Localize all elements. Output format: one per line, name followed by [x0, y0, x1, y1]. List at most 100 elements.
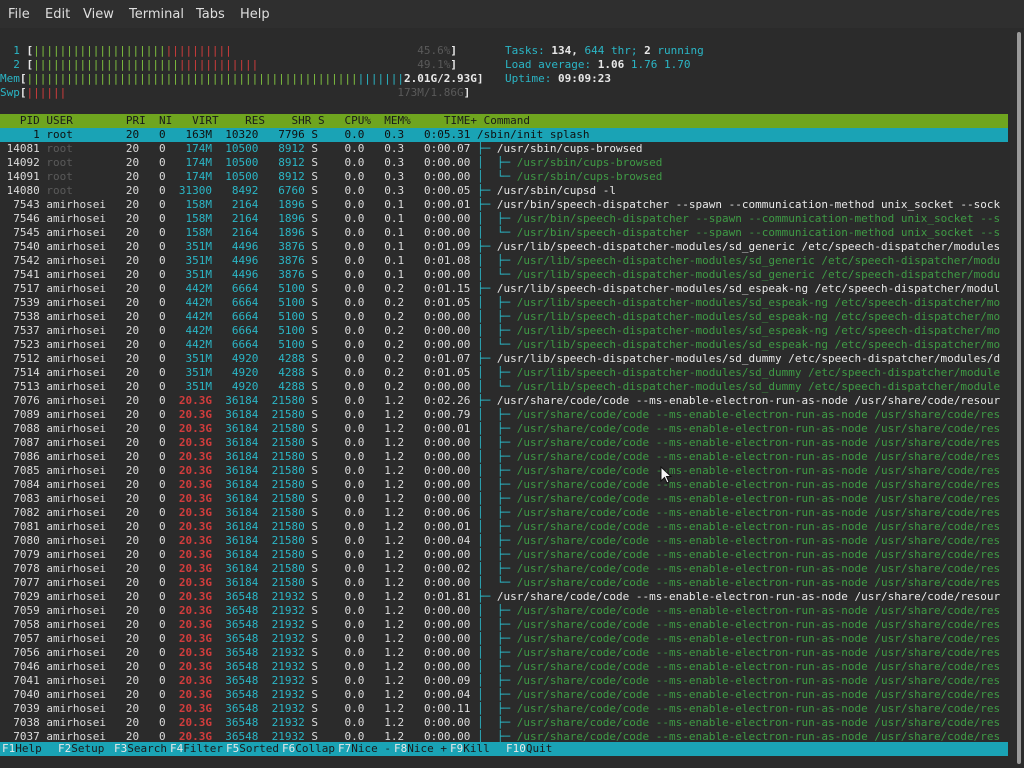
process-row[interactable]: 7545 amirhosei 20 0 158M 2164 1896 S 0.0…: [0, 226, 1008, 240]
process-row[interactable]: 7086 amirhosei 20 0 20.3G 36184 21580 S …: [0, 450, 1008, 464]
process-row[interactable]: 7039 amirhosei 20 0 20.3G 36548 21932 S …: [0, 702, 1008, 716]
fkey-f8[interactable]: F8Nice +: [394, 742, 447, 756]
meter-bar: ||||||||||||: [178, 58, 259, 71]
process-row[interactable]: 7541 amirhosei 20 0 351M 4496 3876 S 0.0…: [0, 268, 1008, 282]
process-res: 36184: [218, 478, 259, 491]
process-row[interactable]: 7088 amirhosei 20 0 20.3G 36184 21580 S …: [0, 422, 1008, 436]
col-gap: [404, 324, 411, 337]
fkey-f10[interactable]: F10Quit: [506, 742, 552, 756]
column-header-s[interactable]: S: [318, 114, 331, 127]
process-row[interactable]: 7040 amirhosei 20 0 20.3G 36548 21932 S …: [0, 688, 1008, 702]
process-row[interactable]: 7543 amirhosei 20 0 158M 2164 1896 S 0.0…: [0, 198, 1008, 212]
column-header-shr[interactable]: SHR: [272, 114, 311, 127]
process-row[interactable]: 7059 amirhosei 20 0 20.3G 36548 21932 S …: [0, 604, 1008, 618]
process-ni: 0: [145, 688, 166, 701]
process-row[interactable]: 7078 amirhosei 20 0 20.3G 36184 21580 S …: [0, 562, 1008, 576]
process-row[interactable]: 7513 amirhosei 20 0 351M 4920 4288 S 0.0…: [0, 380, 1008, 394]
fkey-f1[interactable]: F1Help: [2, 742, 55, 756]
column-header-ni[interactable]: NI: [152, 114, 172, 127]
process-row[interactable]: 7082 amirhosei 20 0 20.3G 36184 21580 S …: [0, 506, 1008, 520]
process-row[interactable]: 7081 amirhosei 20 0 20.3G 36184 21580 S …: [0, 520, 1008, 534]
scrollbar-thumb[interactable]: [1017, 32, 1021, 764]
process-row[interactable]: 7079 amirhosei 20 0 20.3G 36184 21580 S …: [0, 548, 1008, 562]
menu-terminal[interactable]: Terminal: [129, 7, 184, 22]
process-user: amirhosei: [46, 240, 106, 253]
meter-bar: ||||||||||||||||||||: [33, 44, 166, 57]
fkey-f6[interactable]: F6Collap: [282, 742, 335, 756]
process-row[interactable]: 7540 amirhosei 20 0 351M 4496 3876 S 0.0…: [0, 240, 1008, 254]
fkey-f5[interactable]: F5Sorted: [226, 742, 279, 756]
process-row[interactable]: 7514 amirhosei 20 0 351M 4920 4288 S 0.0…: [0, 366, 1008, 380]
column-header-command[interactable]: Command: [484, 114, 530, 127]
process-shr: 21580: [264, 436, 305, 449]
process-row[interactable]: 7542 amirhosei 20 0 351M 4496 3876 S 0.0…: [0, 254, 1008, 268]
process-row[interactable]: 7085 amirhosei 20 0 20.3G 36184 21580 S …: [0, 464, 1008, 478]
process-row[interactable]: 7538 amirhosei 20 0 442M 6664 5100 S 0.0…: [0, 310, 1008, 324]
fkey-f4[interactable]: F4Filter: [170, 742, 223, 756]
terminal-area[interactable]: 1 [|||||||||||||||||||||||||||||| 45.6%]…: [0, 28, 1014, 768]
process-pid: 7059: [0, 604, 40, 617]
process-row[interactable]: 7546 amirhosei 20 0 158M 2164 1896 S 0.0…: [0, 212, 1008, 226]
process-row[interactable]: 7517 amirhosei 20 0 442M 6664 5100 S 0.0…: [0, 282, 1008, 296]
process-row[interactable]: 14091 root 20 0 174M 10500 8912 S 0.0 0.…: [0, 170, 1008, 184]
process-row[interactable]: 7089 amirhosei 20 0 20.3G 36184 21580 S …: [0, 408, 1008, 422]
menu-view[interactable]: View: [83, 7, 114, 22]
process-row[interactable]: 7537 amirhosei 20 0 442M 6664 5100 S 0.0…: [0, 324, 1008, 338]
fkey-f9[interactable]: F9Kill: [450, 742, 503, 756]
menu-tabs[interactable]: Tabs: [196, 7, 225, 22]
process-row[interactable]: 7056 amirhosei 20 0 20.3G 36548 21932 S …: [0, 646, 1008, 660]
col-gap: [139, 282, 146, 295]
menu-help[interactable]: Help: [240, 7, 270, 22]
process-row[interactable]: 7076 amirhosei 20 0 20.3G 36184 21580 S …: [0, 394, 1008, 408]
process-row[interactable]: 7029 amirhosei 20 0 20.3G 36548 21932 S …: [0, 590, 1008, 604]
process-shr: 4288: [264, 380, 305, 393]
process-pid: 7077: [0, 576, 40, 589]
process-row[interactable]: 7038 amirhosei 20 0 20.3G 36548 21932 S …: [0, 716, 1008, 730]
tree-branch: │ ├─: [476, 632, 517, 645]
process-row[interactable]: 7057 amirhosei 20 0 20.3G 36548 21932 S …: [0, 632, 1008, 646]
fkey-f7[interactable]: F7Nice -: [338, 742, 391, 756]
process-row[interactable]: 7080 amirhosei 20 0 20.3G 36184 21580 S …: [0, 534, 1008, 548]
fkey-key: F1: [2, 742, 16, 755]
process-virt: 442M: [172, 338, 212, 351]
column-header-virt[interactable]: VIRT: [179, 114, 219, 127]
fkey-f3[interactable]: F3Search: [114, 742, 167, 756]
menu-file[interactable]: File: [8, 7, 30, 22]
process-row[interactable]: 7046 amirhosei 20 0 20.3G 36548 21932 S …: [0, 660, 1008, 674]
process-row[interactable]: 7058 amirhosei 20 0 20.3G 36548 21932 S …: [0, 618, 1008, 632]
process-cpu: 0.0: [331, 296, 365, 309]
process-s: S: [311, 506, 325, 519]
process-row[interactable]: 7539 amirhosei 20 0 442M 6664 5100 S 0.0…: [0, 296, 1008, 310]
column-header-mem[interactable]: MEM%: [378, 114, 411, 127]
menu-edit[interactable]: Edit: [45, 7, 70, 22]
column-header-pid[interactable]: PID: [0, 114, 40, 127]
process-command: /usr/share/code/code --ms-enable-electro…: [516, 520, 1001, 533]
process-s: S: [311, 436, 325, 449]
column-header-pri[interactable]: PRI: [119, 114, 146, 127]
col-gap: [212, 562, 219, 575]
column-header-time[interactable]: TIME+: [417, 114, 477, 127]
process-row[interactable]: 14080 root 20 0 31300 8492 6760 S 0.0 0.…: [0, 184, 1008, 198]
fkey-f2[interactable]: F2Setup: [58, 742, 111, 756]
col-gap: [139, 310, 146, 323]
process-row[interactable]: 7523 amirhosei 20 0 442M 6664 5100 S 0.0…: [0, 338, 1008, 352]
process-row[interactable]: 1 root 20 0 163M 10320 7796 S 0.0 0.3 0:…: [0, 128, 1008, 142]
process-user: amirhosei: [46, 310, 106, 323]
col-gap: [212, 352, 219, 365]
process-row[interactable]: 14092 root 20 0 174M 10500 8912 S 0.0 0.…: [0, 156, 1008, 170]
process-row[interactable]: 7087 amirhosei 20 0 20.3G 36184 21580 S …: [0, 436, 1008, 450]
process-row[interactable]: 7083 amirhosei 20 0 20.3G 36184 21580 S …: [0, 492, 1008, 506]
column-header-cpu[interactable]: CPU%: [338, 114, 371, 127]
col-gap: [106, 128, 113, 141]
process-row[interactable]: 7041 amirhosei 20 0 20.3G 36548 21932 S …: [0, 674, 1008, 688]
column-header-res[interactable]: RES: [225, 114, 265, 127]
process-row[interactable]: 7512 amirhosei 20 0 351M 4920 4288 S 0.0…: [0, 352, 1008, 366]
process-row[interactable]: 14081 root 20 0 174M 10500 8912 S 0.0 0.…: [0, 142, 1008, 156]
column-header-user[interactable]: USER: [46, 114, 112, 127]
terminal-scrollbar[interactable]: [1014, 28, 1024, 768]
process-shr: 5100: [264, 324, 305, 337]
tree-branch: │ ├─: [476, 478, 517, 491]
process-row[interactable]: 7084 amirhosei 20 0 20.3G 36184 21580 S …: [0, 478, 1008, 492]
tree-branch: ├─: [476, 590, 497, 603]
process-row[interactable]: 7077 amirhosei 20 0 20.3G 36184 21580 S …: [0, 576, 1008, 590]
